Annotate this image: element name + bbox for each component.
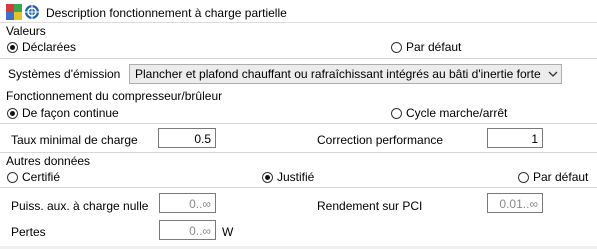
radio-valeurs-declarees[interactable]: Déclarées — [7, 40, 76, 54]
radio-label: Certifié — [22, 170, 61, 184]
radio-button-checked-icon[interactable] — [7, 41, 18, 53]
radio-button-icon[interactable] — [518, 171, 529, 183]
puissance-input[interactable]: 0..∞ — [159, 193, 216, 213]
rendement-label: Rendement sur PCI — [317, 199, 423, 213]
emission-label: Systèmes d'émission — [8, 67, 121, 81]
radio-valeurs-par-defaut[interactable]: Par défaut — [391, 40, 461, 54]
radio-compresseur-cycle[interactable]: Cycle marche/arrêt — [391, 106, 507, 120]
radio-autres-par-defaut[interactable]: Par défaut — [518, 170, 588, 184]
correction-label: Correction performance — [317, 133, 444, 147]
radio-label: Justifié — [277, 170, 315, 184]
panel-header: Description fonctionnement à charge part… — [0, 0, 597, 23]
taux-label: Taux minimal de charge — [11, 133, 138, 147]
radio-label: De façon continue — [22, 106, 119, 120]
radio-button-icon[interactable] — [391, 107, 402, 119]
pertes-input[interactable]: 0..∞ — [159, 220, 216, 240]
app-logo-icon — [6, 4, 42, 20]
autres-group-label: Autres données — [6, 154, 91, 168]
chevron-down-icon[interactable] — [545, 65, 561, 83]
radio-label: Par défaut — [406, 40, 462, 54]
radio-button-icon[interactable] — [391, 41, 402, 53]
divider — [0, 187, 597, 188]
divider — [0, 152, 597, 153]
divider — [0, 123, 597, 124]
radio-button-checked-icon[interactable] — [7, 107, 18, 119]
radio-autres-certifie[interactable]: Certifié — [7, 170, 60, 184]
pertes-unit: W — [222, 225, 234, 239]
radio-label: Par défaut — [533, 170, 589, 184]
panel-title: Description fonctionnement à charge part… — [46, 6, 287, 20]
correction-input[interactable]: 1 — [487, 128, 543, 148]
taux-input[interactable]: 0.5 — [158, 128, 216, 148]
radio-compresseur-continue[interactable]: De façon continue — [7, 106, 119, 120]
radio-button-icon[interactable] — [7, 171, 18, 183]
radio-button-checked-icon[interactable] — [262, 171, 273, 183]
radio-label: Cycle marche/arrêt — [406, 106, 508, 120]
rendement-input[interactable]: 0.01..∞ — [487, 193, 543, 213]
divider — [0, 58, 597, 59]
valeurs-group-label: Valeurs — [6, 24, 46, 38]
emission-select-value: Plancher et plafond chauffant ou rafraîc… — [135, 67, 541, 81]
emission-select[interactable]: Plancher et plafond chauffant ou rafraîc… — [129, 64, 562, 84]
pertes-label: Pertes — [11, 225, 46, 239]
radio-label: Déclarées — [22, 40, 77, 54]
puissance-label: Puiss. aux. à charge nulle — [11, 199, 149, 213]
compresseur-group-label: Fonctionnement du compresseur/brûleur — [6, 89, 223, 103]
radio-autres-justifie[interactable]: Justifié — [262, 170, 314, 184]
